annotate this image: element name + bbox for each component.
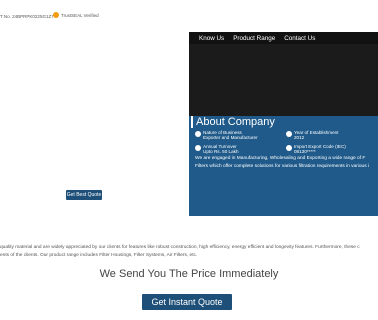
- fact-nature-of-business: Nature of Business Exporter and Manufactu…: [195, 130, 258, 140]
- gst-number: T No. 24BPRPK0225G1Z7: [0, 14, 54, 19]
- price-heading: We Send You The Price Immediately: [99, 268, 279, 280]
- about-company-panel: About Company Nature of Business Exporter…: [189, 116, 378, 216]
- about-description-line-2: Filters which offer complete solutions f…: [195, 164, 370, 169]
- banner-image: [189, 44, 378, 116]
- product-image-area: [0, 32, 189, 216]
- trustseal-label: TrustSEAL Verified: [61, 12, 99, 18]
- fact-bullet-icon: [286, 145, 292, 151]
- nav-know-us[interactable]: Know Us: [199, 35, 224, 42]
- get-instant-quote-button[interactable]: Get Instant Quote: [142, 294, 232, 310]
- fact-bullet-icon: [195, 145, 201, 151]
- nav-product-range[interactable]: Product Range: [233, 35, 275, 42]
- trustseal-badge[interactable]: TrustSEAL Verified: [53, 12, 99, 18]
- company-description-line-2: ents of the clients. Our product range i…: [0, 253, 198, 258]
- nav-contact-us[interactable]: Contact Us: [284, 35, 315, 42]
- fact-iec: Import Export Code (IEC) 08130*****: [286, 144, 346, 154]
- fact-year-established: Year of Establishment 2012: [286, 130, 339, 140]
- main-nav: Know Us Product Range Contact Us: [189, 32, 378, 44]
- get-best-quote-button[interactable]: Get Best Quote: [66, 190, 102, 200]
- trustseal-icon: [53, 12, 59, 18]
- top-bar: T No. 24BPRPK0225G1Z7 TrustSEAL Verified: [0, 0, 378, 33]
- about-description-line-1: We are engaged in Manufacturing, Wholesa…: [195, 156, 366, 161]
- fact-annual-turnover: Annual Turnover Upto Rs. 50 Lakh: [195, 144, 239, 154]
- company-description-line-1: quality material and are widely apprecia…: [0, 245, 360, 250]
- fact-bullet-icon: [286, 131, 292, 137]
- fact-bullet-icon: [195, 131, 201, 137]
- about-title: About Company: [191, 116, 275, 128]
